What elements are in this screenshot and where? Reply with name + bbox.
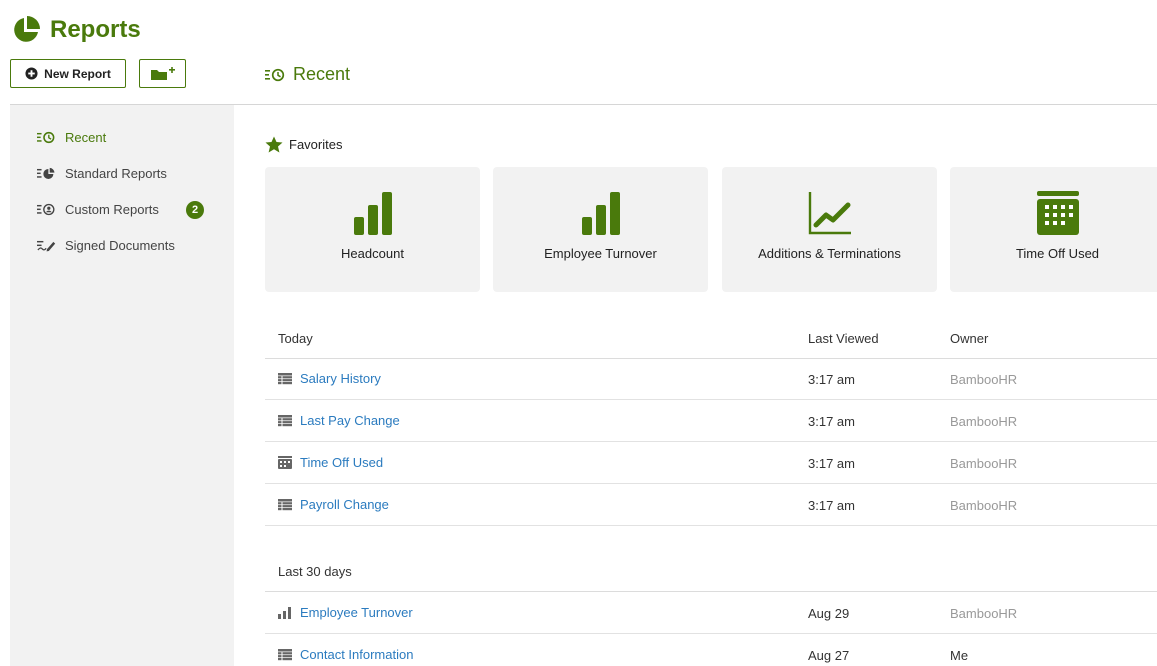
main-title-label: Recent (293, 64, 351, 84)
last-viewed: Aug 27 (808, 648, 850, 663)
calendar-icon (278, 456, 292, 469)
section-title: Recent (265, 64, 350, 85)
owner: Me (950, 648, 969, 663)
report-link[interactable]: Employee Turnover (278, 605, 413, 620)
sidebar-item-signed-documents[interactable]: Signed Documents (37, 238, 175, 253)
table-row: Salary History 3:17 am BambooHR (265, 358, 1157, 400)
report-link[interactable]: Contact Information (278, 647, 413, 662)
pie-chart-icon (14, 16, 40, 42)
custom-reports-icon (37, 203, 55, 216)
page-title: Reports (50, 16, 141, 43)
new-report-button[interactable]: New Report (10, 59, 126, 88)
new-report-label: New Report (44, 66, 111, 81)
favorite-card-label: Time Off Used (1015, 246, 1100, 261)
last-viewed: 3:17 am (808, 498, 855, 513)
report-link[interactable]: Last Pay Change (278, 413, 400, 428)
column-last-viewed: Last Viewed (808, 331, 879, 346)
favorite-card-label: Employee Turnover (544, 246, 657, 261)
report-link[interactable]: Payroll Change (278, 497, 389, 512)
table-icon (278, 498, 292, 510)
favorites-label: Favorites (289, 137, 343, 152)
table-row: Employee Turnover Aug 29 BambooHR (265, 592, 1157, 634)
favorite-card-headcount[interactable]: Headcount (265, 167, 480, 292)
column-owner: Owner (950, 331, 989, 346)
table-row: Contact Information Aug 27 Me (265, 634, 1157, 666)
brand: Reports (10, 14, 141, 46)
table-icon (278, 414, 292, 426)
last-viewed: Aug 29 (808, 606, 850, 621)
favorite-card-time-off-used[interactable]: Time Off Used (950, 167, 1157, 292)
bar-chart-icon (581, 192, 620, 235)
standard-reports-icon (37, 167, 55, 179)
table-icon (278, 372, 292, 384)
table-row: Time Off Used 3:17 am BambooHR (265, 442, 1157, 484)
custom-reports-count-badge: 2 (186, 201, 204, 219)
signature-icon (37, 240, 56, 252)
last-viewed: 3:17 am (808, 414, 855, 429)
owner: BambooHR (950, 414, 1018, 429)
favorite-card-additions-terminations[interactable]: Additions & Terminations (722, 167, 937, 292)
sidebar-item-label: Custom Reports (65, 202, 159, 217)
bar-chart-icon (353, 192, 392, 235)
owner: BambooHR (950, 606, 1018, 621)
sidebar-item-custom-reports[interactable]: Custom Reports (37, 202, 159, 217)
sidebar-item-recent[interactable]: Recent (37, 130, 106, 145)
folder-plus-icon (150, 66, 175, 80)
sidebar-item-label: Signed Documents (65, 238, 175, 253)
report-link[interactable]: Salary History (278, 371, 381, 386)
last-viewed: 3:17 am (808, 372, 855, 387)
group-title: Today (278, 331, 313, 346)
group-title: Last 30 days (278, 564, 352, 579)
sidebar-item-label: Recent (65, 130, 107, 145)
line-chart-icon (808, 192, 851, 235)
sidebar-item-standard-reports[interactable]: Standard Reports (37, 166, 167, 181)
last-viewed: 3:17 am (808, 456, 855, 471)
table-row: Last Pay Change 3:17 am BambooHR (265, 400, 1157, 442)
calendar-icon (1036, 191, 1079, 235)
table-header-today: Today Last Viewed Owner (265, 316, 1157, 359)
favorite-card-label: Additions & Terminations (758, 246, 901, 261)
sidebar: Recent Standard Reports Custom Reports 2… (10, 105, 234, 666)
favorite-card-employee-turnover[interactable]: Employee Turnover (493, 167, 708, 292)
favorite-card-label: Headcount (341, 246, 404, 261)
plus-circle-icon (25, 67, 38, 80)
new-folder-button[interactable] (139, 59, 186, 88)
owner: BambooHR (950, 372, 1018, 387)
owner: BambooHR (950, 498, 1018, 513)
recent-icon (37, 131, 55, 144)
table-header-last-30-days: Last 30 days (265, 549, 1157, 592)
favorites-heading: Favorites (265, 136, 342, 153)
reports-app: Reports New Report Recent Recent Standar… (0, 0, 1157, 666)
sidebar-item-label: Standard Reports (65, 166, 167, 181)
star-icon (265, 136, 283, 153)
owner: BambooHR (950, 456, 1018, 471)
recent-icon (265, 68, 285, 81)
report-link[interactable]: Time Off Used (278, 455, 383, 470)
table-icon (278, 648, 292, 660)
table-row: Payroll Change 3:17 am BambooHR (265, 484, 1157, 526)
bar-chart-icon (278, 606, 291, 619)
